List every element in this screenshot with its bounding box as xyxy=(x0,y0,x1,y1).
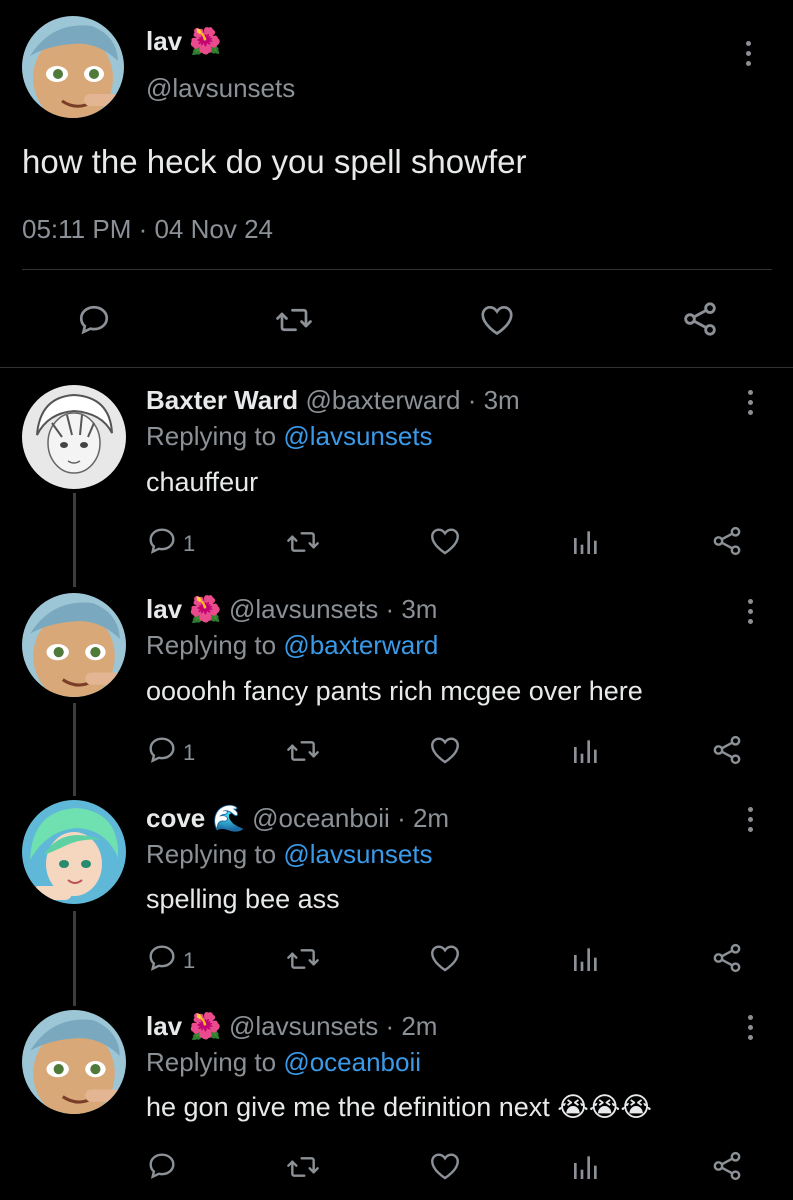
more-vertical-icon[interactable] xyxy=(740,390,760,415)
retweet-icon[interactable] xyxy=(285,943,321,975)
more-vertical-icon[interactable] xyxy=(740,807,760,832)
heart-icon[interactable] xyxy=(428,524,462,558)
flower-emoji-icon: 🌺 xyxy=(189,1011,222,1041)
bar-chart-icon[interactable] xyxy=(570,526,602,558)
share-icon[interactable] xyxy=(710,733,744,767)
reply-author-name[interactable]: lav xyxy=(146,594,182,624)
reply-author-name[interactable]: Baxter Ward xyxy=(146,385,298,415)
main-author-line: lav 🌺 xyxy=(146,26,222,56)
share-icon[interactable] xyxy=(710,524,744,558)
main-tweet-text: how the heck do you spell showfer xyxy=(22,143,527,180)
heart-icon[interactable] xyxy=(428,1149,462,1183)
share-icon[interactable] xyxy=(710,941,744,975)
reply-author-handle[interactable]: @baxterward xyxy=(305,385,460,415)
replying-to-link[interactable]: @lavsunsets xyxy=(283,421,432,451)
replying-to-line: Replying to @lavsunsets xyxy=(146,421,433,451)
reply-time: · 3m xyxy=(385,594,438,624)
reply-author-handle[interactable]: @lavsunsets xyxy=(229,594,378,624)
wave-emoji-icon: 🌊 xyxy=(212,803,245,833)
speech-bubble-icon[interactable] xyxy=(146,525,178,557)
flower-emoji-icon: 🌺 xyxy=(189,26,222,56)
replying-to-line: Replying to @baxterward xyxy=(146,630,439,660)
reply-count: 1 xyxy=(183,948,196,973)
heart-icon[interactable] xyxy=(477,301,517,339)
thread-connector xyxy=(73,911,76,1006)
bar-chart-icon[interactable] xyxy=(570,943,602,975)
reply-author-name[interactable]: lav xyxy=(146,1011,182,1041)
replying-to-line: Replying to @oceanboii xyxy=(146,1047,422,1077)
speech-bubble-icon[interactable] xyxy=(146,1150,178,1182)
reply-time: · 3m xyxy=(467,385,520,415)
reply-author-line: lav 🌺 @lavsunsets · 2m xyxy=(146,1011,437,1041)
more-vertical-icon[interactable] xyxy=(740,599,760,624)
more-vertical-icon[interactable] xyxy=(738,41,758,66)
speech-bubble-icon[interactable] xyxy=(146,942,178,974)
main-author-handle[interactable]: @lavsunsets xyxy=(146,73,295,104)
reply-author-line: Baxter Ward @baxterward · 3m xyxy=(146,385,520,415)
reply-author-handle[interactable]: @lavsunsets xyxy=(229,1011,378,1041)
reply-text: chauffeur xyxy=(146,467,259,497)
avatar-cove[interactable] xyxy=(22,800,126,904)
more-vertical-icon[interactable] xyxy=(740,1015,760,1040)
thread-connector xyxy=(73,493,76,587)
speech-bubble-icon[interactable] xyxy=(146,734,178,766)
reply-time: · 2m xyxy=(385,1011,438,1041)
retweet-icon[interactable] xyxy=(285,735,321,767)
avatar-baxter-ward[interactable] xyxy=(22,385,126,489)
share-icon[interactable] xyxy=(680,299,720,339)
reply-author-line: cove 🌊 @oceanboii · 2m xyxy=(146,803,449,833)
bar-chart-icon[interactable] xyxy=(570,1151,602,1183)
main-tweet-timestamp: 05:11 PM · 04 Nov 24 xyxy=(22,214,273,244)
replying-to-link[interactable]: @baxterward xyxy=(283,630,438,660)
avatar-lav[interactable] xyxy=(22,593,126,697)
main-author-name[interactable]: lav xyxy=(146,26,182,56)
replying-to-link[interactable]: @lavsunsets xyxy=(283,839,432,869)
reply-text: spelling bee ass xyxy=(146,884,340,914)
share-icon[interactable] xyxy=(710,1149,744,1183)
thread-connector xyxy=(73,703,76,796)
reply-text: he gon give me the definition next 😭😭😭 xyxy=(146,1092,652,1122)
divider xyxy=(0,367,793,368)
avatar-lav[interactable] xyxy=(22,1010,126,1114)
reply-text: oooohh fancy pants rich mcgee over here xyxy=(146,676,643,706)
flower-emoji-icon: 🌺 xyxy=(189,594,222,624)
heart-icon[interactable] xyxy=(428,733,462,767)
replying-to-link[interactable]: @oceanboii xyxy=(283,1047,421,1077)
reply-count: 1 xyxy=(183,740,196,765)
bar-chart-icon[interactable] xyxy=(570,735,602,767)
retweet-icon[interactable] xyxy=(274,302,314,338)
retweet-icon[interactable] xyxy=(285,1151,321,1183)
reply-count: 1 xyxy=(183,531,196,556)
heart-icon[interactable] xyxy=(428,941,462,975)
reply-author-name[interactable]: cove xyxy=(146,803,205,833)
retweet-icon[interactable] xyxy=(285,526,321,558)
reply-time: · 2m xyxy=(397,803,450,833)
replying-to-line: Replying to @lavsunsets xyxy=(146,839,433,869)
divider xyxy=(22,269,772,270)
speech-bubble-icon[interactable] xyxy=(76,302,112,338)
reply-author-handle[interactable]: @oceanboii xyxy=(252,803,390,833)
reply-author-line: lav 🌺 @lavsunsets · 3m xyxy=(146,594,437,624)
avatar-lav[interactable] xyxy=(22,16,124,118)
